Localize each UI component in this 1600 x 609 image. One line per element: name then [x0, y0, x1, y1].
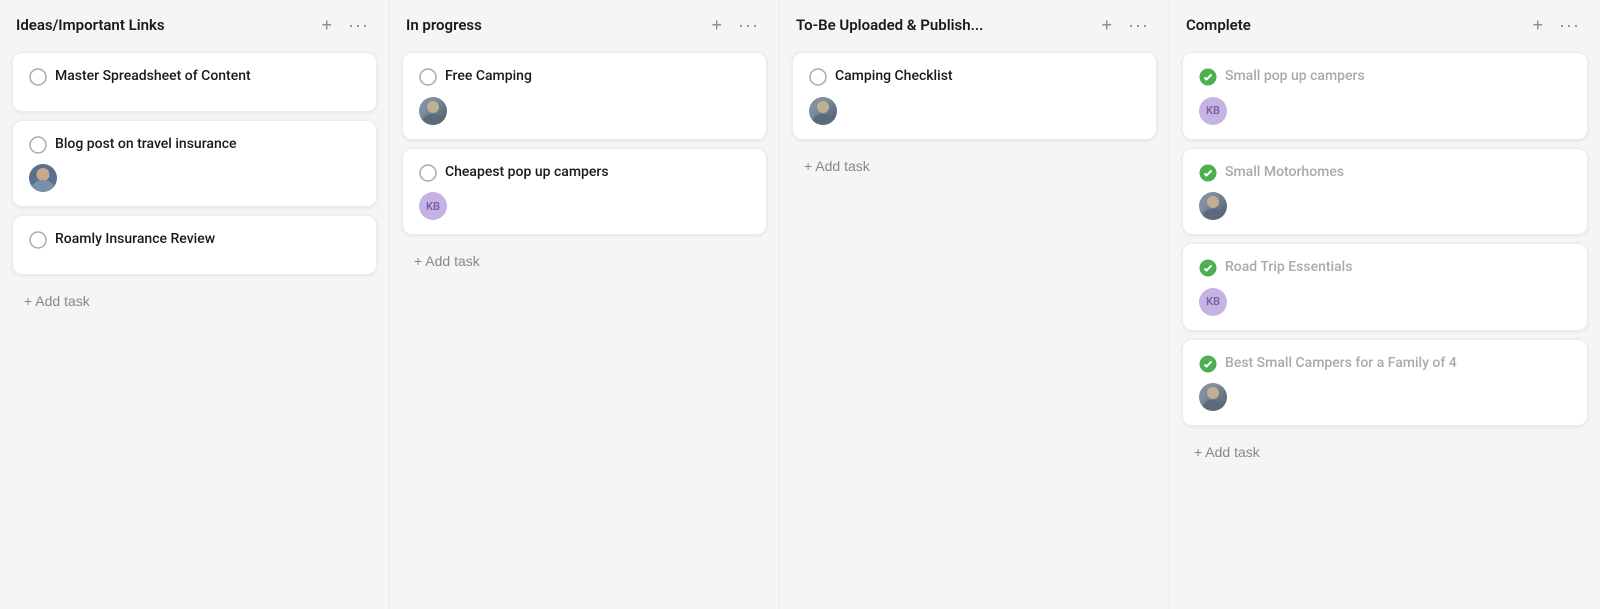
task-card[interactable]: Cheapest pop up campers KB	[402, 148, 767, 236]
card-avatars: KB	[1199, 97, 1571, 125]
card-title-text: Free Camping	[445, 67, 532, 87]
avatar	[809, 97, 837, 125]
column-body-complete: Small pop up campers KB Small Motorhomes Ro…	[1170, 48, 1600, 609]
column-title-in-progress: In progress	[406, 16, 700, 34]
column-body-in-progress: Free Camping Cheapest pop up campers KB + A…	[390, 48, 779, 609]
card-avatars	[809, 97, 1140, 125]
column-title-ideas: Ideas/Important Links	[16, 16, 310, 34]
task-card[interactable]: Blog post on travel insurance	[12, 120, 377, 208]
task-card[interactable]: Small Motorhomes	[1182, 148, 1588, 236]
card-title-text: Cheapest pop up campers	[445, 163, 609, 183]
card-avatars	[1199, 383, 1571, 411]
check-complete-icon	[1199, 355, 1217, 373]
avatar	[1199, 383, 1227, 411]
card-title-text: Blog post on travel insurance	[55, 135, 237, 155]
task-card[interactable]: Small pop up campers KB	[1182, 52, 1588, 140]
avatar: KB	[419, 192, 447, 220]
kanban-board: Ideas/Important Links + ··· Master Spreadsh…	[0, 0, 1600, 609]
card-title-text: Roamly Insurance Review	[55, 230, 215, 250]
column-in-progress: In progress + ··· Free Camping Cheapest pop …	[390, 0, 780, 609]
column-more-button-ideas[interactable]: ···	[344, 14, 373, 36]
card-title-text: Small Motorhomes	[1225, 163, 1344, 183]
column-add-button-in-progress[interactable]: +	[708, 14, 727, 36]
task-card[interactable]: Best Small Campers for a Family of 4	[1182, 339, 1588, 427]
avatar	[419, 97, 447, 125]
column-header-in-progress: In progress + ···	[390, 0, 779, 48]
check-empty-icon	[809, 68, 827, 86]
card-title-text: Road Trip Essentials	[1225, 258, 1352, 278]
column-body-ideas: Master Spreadsheet of Content Blog post o…	[0, 48, 389, 609]
add-task-button-to-be-uploaded[interactable]: + Add task	[792, 150, 1157, 182]
task-card[interactable]: Free Camping	[402, 52, 767, 140]
add-task-button-in-progress[interactable]: + Add task	[402, 245, 767, 277]
check-empty-icon	[419, 68, 437, 86]
card-title-row: Camping Checklist	[809, 67, 1140, 87]
column-add-button-to-be-uploaded[interactable]: +	[1098, 14, 1117, 36]
column-add-button-complete[interactable]: +	[1529, 14, 1548, 36]
task-card[interactable]: Roamly Insurance Review	[12, 215, 377, 275]
card-avatars: KB	[1199, 288, 1571, 316]
card-avatars	[419, 97, 750, 125]
card-title-text: Best Small Campers for a Family of 4	[1225, 354, 1457, 374]
card-title-row: Free Camping	[419, 67, 750, 87]
avatar	[29, 164, 57, 192]
card-title-row: Master Spreadsheet of Content	[29, 67, 360, 87]
column-header-complete: Complete + ···	[1170, 0, 1600, 48]
task-card[interactable]: Camping Checklist	[792, 52, 1157, 140]
column-title-to-be-uploaded: To-Be Uploaded & Publish...	[796, 16, 1090, 34]
check-complete-icon	[1199, 68, 1217, 86]
column-ideas: Ideas/Important Links + ··· Master Spreadsh…	[0, 0, 390, 609]
column-title-complete: Complete	[1186, 16, 1521, 34]
card-avatars	[29, 164, 360, 192]
avatar: KB	[1199, 288, 1227, 316]
check-complete-icon	[1199, 164, 1217, 182]
task-card[interactable]: Road Trip Essentials KB	[1182, 243, 1588, 331]
add-task-button-complete[interactable]: + Add task	[1182, 436, 1588, 468]
column-header-ideas: Ideas/Important Links + ···	[0, 0, 389, 48]
column-more-button-complete[interactable]: ···	[1555, 14, 1584, 36]
card-title-text: Small pop up campers	[1225, 67, 1365, 87]
card-title-row: Small Motorhomes	[1199, 163, 1571, 183]
avatar: KB	[1199, 97, 1227, 125]
card-title-row: Roamly Insurance Review	[29, 230, 360, 250]
column-header-to-be-uploaded: To-Be Uploaded & Publish... + ···	[780, 0, 1169, 48]
avatar	[1199, 192, 1227, 220]
column-to-be-uploaded: To-Be Uploaded & Publish... + ··· Camping C…	[780, 0, 1170, 609]
card-title-row: Cheapest pop up campers	[419, 163, 750, 183]
column-add-button-ideas[interactable]: +	[318, 14, 337, 36]
check-empty-icon	[29, 136, 47, 154]
check-empty-icon	[29, 231, 47, 249]
check-empty-icon	[419, 164, 437, 182]
add-task-button-ideas[interactable]: + Add task	[12, 285, 377, 317]
card-title-row: Best Small Campers for a Family of 4	[1199, 354, 1571, 374]
card-avatars	[1199, 192, 1571, 220]
card-title-text: Master Spreadsheet of Content	[55, 67, 251, 87]
card-title-row: Road Trip Essentials	[1199, 258, 1571, 278]
column-complete: Complete+···Small pop up campersKBSmall …	[1170, 0, 1600, 609]
column-more-button-in-progress[interactable]: ···	[734, 14, 763, 36]
task-card[interactable]: Master Spreadsheet of Content	[12, 52, 377, 112]
check-complete-icon	[1199, 259, 1217, 277]
card-title-text: Camping Checklist	[835, 67, 953, 87]
card-title-row: Small pop up campers	[1199, 67, 1571, 87]
card-avatars: KB	[419, 192, 750, 220]
card-title-row: Blog post on travel insurance	[29, 135, 360, 155]
column-body-to-be-uploaded: Camping Checklist + Add task	[780, 48, 1169, 609]
column-more-button-to-be-uploaded[interactable]: ···	[1124, 14, 1153, 36]
check-empty-icon	[29, 68, 47, 86]
